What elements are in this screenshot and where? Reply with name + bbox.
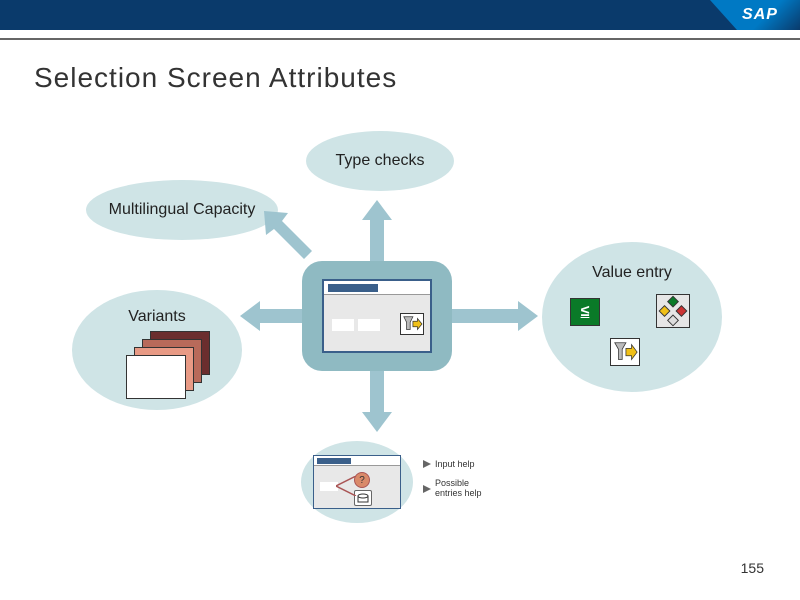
bubble-type-checks: Type checks	[306, 131, 454, 191]
bubble-value-entry: Value entry	[542, 242, 722, 392]
diagram-canvas: Type checks Multilingual Capacity Varian…	[0, 0, 800, 600]
card-icon	[126, 355, 186, 399]
mini-titlebar	[324, 281, 430, 295]
filter-arrow-icon	[400, 313, 424, 335]
arrow-right-icon	[452, 301, 538, 331]
bubble-multilingual: Multilingual Capacity	[86, 180, 278, 240]
center-selection-screen	[302, 261, 452, 371]
bubble-label: Type checks	[336, 152, 425, 170]
filter-arrow-icon	[610, 338, 640, 366]
help-label-row: Possible entries help	[423, 479, 485, 499]
arrow-left-icon	[240, 301, 302, 331]
help-labels: Input help Possible entries help	[423, 459, 485, 509]
bubble-label: Multilingual Capacity	[109, 201, 256, 219]
diamond-options-icon	[656, 294, 690, 328]
help-label: Input help	[435, 459, 475, 469]
arrow-down-icon	[362, 370, 392, 432]
connector-line-icon	[336, 476, 360, 496]
mini-field	[332, 319, 354, 331]
page-number: 155	[741, 560, 764, 576]
mini-window-icon	[322, 279, 432, 353]
help-mini-window-icon: ?	[313, 455, 401, 509]
triangle-icon	[423, 485, 431, 493]
help-label: Possible entries help	[435, 479, 485, 499]
help-label-row: Input help	[423, 459, 485, 469]
arrow-up-icon	[362, 200, 392, 262]
mini-titlebar	[314, 456, 400, 466]
bottom-help-group: ? Input help Possible entries help	[301, 441, 501, 523]
less-equal-icon: ≤	[570, 298, 600, 326]
bubble-label: Value entry	[592, 264, 672, 282]
mini-field	[358, 319, 380, 331]
arrow-upleft-icon	[264, 211, 314, 261]
triangle-icon	[423, 460, 431, 468]
bubble-label: Variants	[128, 308, 186, 326]
